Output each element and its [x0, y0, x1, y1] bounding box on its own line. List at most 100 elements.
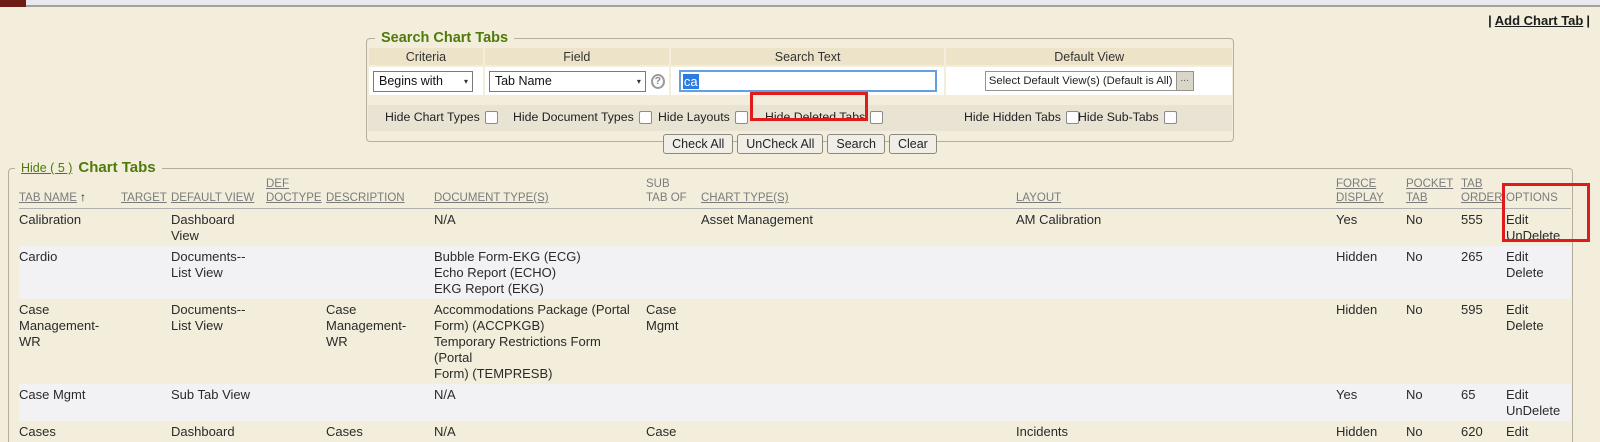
checkbox-label: Hide Document Types: [513, 110, 634, 124]
column-header-force-display[interactable]: FORCE DISPLAY: [1336, 177, 1406, 209]
table-cell: 265: [1461, 246, 1506, 299]
search-text-header: Search Text: [671, 48, 945, 65]
options-cell[interactable]: Edit Delete: [1506, 246, 1571, 299]
checkbox[interactable]: [1066, 111, 1079, 124]
checkbox[interactable]: [1164, 111, 1177, 124]
search-panel-title: Search Chart Tabs: [375, 30, 514, 46]
options-cell[interactable]: Edit UnDelete: [1506, 384, 1571, 421]
checkbox-group: Hide Hidden Tabs: [964, 110, 1079, 124]
table-cell: 555: [1461, 209, 1506, 247]
table-cell: N/A: [434, 209, 646, 247]
table-cell: [701, 246, 1016, 299]
default-view-picker[interactable]: Select Default View(s) (Default is All) …: [985, 71, 1194, 91]
help-icon[interactable]: ?: [651, 74, 665, 89]
checkbox[interactable]: [870, 111, 883, 124]
table-cell: [121, 246, 171, 299]
search-grid: Criteria Begins with ▾ Field Tab Name ▾ …: [368, 48, 1232, 95]
chevron-down-icon: ▾: [464, 77, 468, 86]
pipe-left: |: [1488, 13, 1492, 28]
table-cell: Case Management- WR: [19, 299, 121, 384]
table-cell: [121, 299, 171, 384]
options-cell[interactable]: Edit Delete: [1506, 299, 1571, 384]
table-cell: N/A: [434, 384, 646, 421]
checkbox[interactable]: [485, 111, 498, 124]
checkbox-group: Hide Deleted Tabs: [765, 110, 883, 124]
search-buttons-row: Check AllUnCheck AllSearchClear: [367, 134, 1233, 154]
table-cell: [266, 209, 326, 247]
column-header-def-doctype[interactable]: DEF DOCTYPE: [266, 177, 326, 209]
column-header-layout[interactable]: LAYOUT: [1016, 177, 1336, 209]
table-cell: Case Mgmt: [19, 384, 121, 421]
clear-button[interactable]: Clear: [889, 134, 937, 154]
column-header-document-type-s-[interactable]: DOCUMENT TYPE(S): [434, 177, 646, 209]
table-cell: Documents-- List View: [171, 246, 266, 299]
table-cell: Dashboard View: [171, 209, 266, 247]
checkbox-group: Hide Chart Types: [385, 110, 498, 124]
screen: |Add Chart Tab| Search Chart Tabs Criter…: [0, 0, 1600, 442]
column-header-tab-name[interactable]: TAB NAME↑: [19, 177, 121, 209]
table-cell: Calibration: [19, 209, 121, 247]
checkbox-label: Hide Sub-Tabs: [1078, 110, 1159, 124]
column-header-tab-order[interactable]: TAB ORDER: [1461, 177, 1506, 209]
table-cell: Sub Tab View: [171, 384, 266, 421]
checkbox-label: Hide Chart Types: [385, 110, 480, 124]
table-cell: Bubble Form-EKG (ECG) Echo Report (ECHO)…: [434, 246, 646, 299]
checkbox-group: Hide Layouts: [658, 110, 748, 124]
table-cell: 65: [1461, 384, 1506, 421]
table-cell: [646, 384, 701, 421]
options-cell[interactable]: Edit UnDelete: [1506, 209, 1571, 247]
check-all-button[interactable]: Check All: [663, 134, 733, 154]
criteria-header: Criteria: [369, 48, 483, 65]
search-text-input[interactable]: ca: [679, 70, 937, 92]
uncheck-all-button[interactable]: UnCheck All: [737, 134, 823, 154]
options-cell[interactable]: Edit UnDelete: [1506, 421, 1571, 442]
table-cell: Yes: [1336, 384, 1406, 421]
table-cell: No: [1406, 209, 1461, 247]
chart-tabs-legend: Hide ( 5 ) Chart Tabs: [15, 159, 162, 177]
table-row: CasesDashboard ViewCasesN/ACase MgmtInci…: [19, 421, 1571, 442]
table-cell: N/A: [434, 421, 646, 442]
chart-tabs-title: Chart Tabs: [78, 159, 155, 176]
table-cell: Case Mgmt: [646, 421, 701, 442]
column-header-pocket-tab[interactable]: POCKET TAB: [1406, 177, 1461, 209]
criteria-select[interactable]: Begins with ▾: [373, 71, 473, 92]
checkbox-label: Hide Deleted Tabs: [765, 110, 865, 124]
table-cell: Incidents: [1016, 421, 1336, 442]
table-cell: 595: [1461, 299, 1506, 384]
column-header-chart-type-s-[interactable]: CHART TYPE(S): [701, 177, 1016, 209]
field-select[interactable]: Tab Name ▾: [489, 71, 646, 92]
checkbox[interactable]: [639, 111, 652, 124]
hide-count-link[interactable]: Hide ( 5 ): [21, 161, 72, 175]
table-cell: Case Mgmt: [646, 299, 701, 384]
table-cell: [326, 246, 434, 299]
table-cell: No: [1406, 299, 1461, 384]
table-row: Case Management- WRDocuments-- List View…: [19, 299, 1571, 384]
default-view-ellipsis-button[interactable]: ...: [1176, 72, 1193, 90]
table-cell: [646, 209, 701, 247]
table-row: Calibration Dashboard View N/A Asset Manage…: [19, 209, 1571, 247]
chart-tabs-panel: Hide ( 5 )Chart Tabs TAB NAME↑TARGETDEFA…: [8, 168, 1573, 442]
table-row: Case MgmtSub Tab ViewN/AYesNo65Edit UnDe…: [19, 384, 1571, 421]
table-cell: Yes: [1336, 209, 1406, 247]
search-button[interactable]: Search: [827, 134, 885, 154]
table-cell: [266, 299, 326, 384]
table-cell: AM Calibration: [1016, 209, 1336, 247]
chevron-down-icon: ▾: [637, 77, 641, 86]
table-cell: Cases: [326, 421, 434, 442]
table-cell: Asset Management: [701, 209, 1016, 247]
column-header-sub-tab-of: SUB TAB OF: [646, 177, 701, 209]
table-cell: [326, 209, 434, 247]
checkbox-label: Hide Hidden Tabs: [964, 110, 1061, 124]
add-chart-tab-link[interactable]: Add Chart Tab: [1495, 13, 1584, 28]
column-header-target[interactable]: TARGET: [121, 177, 171, 209]
column-header-default-view[interactable]: DEFAULT VIEW: [171, 177, 266, 209]
table-header-row: TAB NAME↑TARGETDEFAULT VIEWDEF DOCTYPEDE…: [19, 177, 1571, 209]
column-header-description[interactable]: DESCRIPTION: [326, 177, 434, 209]
table-cell: [701, 299, 1016, 384]
table-cell: [1016, 299, 1336, 384]
sort-ascending-icon: ↑: [80, 190, 86, 204]
table-cell: [326, 384, 434, 421]
table-cell: [701, 421, 1016, 442]
checkbox[interactable]: [735, 111, 748, 124]
table-cell: 620: [1461, 421, 1506, 442]
